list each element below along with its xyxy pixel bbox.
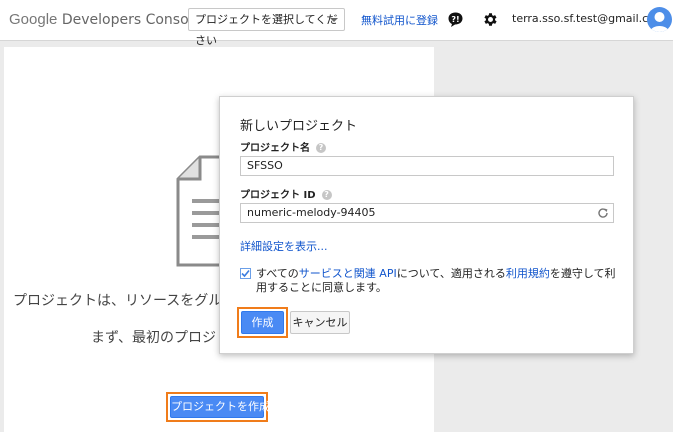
avatar[interactable] bbox=[647, 7, 672, 32]
project-id-label: プロジェクト ID? bbox=[240, 186, 332, 201]
project-name-input[interactable]: SFSSO bbox=[240, 156, 614, 176]
terms-checkbox[interactable] bbox=[240, 268, 251, 279]
intro-text-line1: プロジェクトは、リソースをグルー bbox=[13, 293, 237, 309]
terms-of-service-link[interactable]: 利用規約 bbox=[506, 267, 550, 280]
console-logo[interactable]: Google Developers Console bbox=[9, 11, 201, 28]
create-button[interactable]: 作成 bbox=[241, 311, 284, 334]
project-id-input[interactable]: numeric-melody-94405 bbox=[240, 203, 614, 223]
create-project-button-highlight: プロジェクトを作成 bbox=[166, 392, 270, 422]
services-api-link[interactable]: サービスと関連 API bbox=[299, 267, 397, 280]
project-name-label: プロジェクト名? bbox=[240, 139, 326, 154]
terms-text: すべてのサービスと関連 APIについて、適用される利用規約を遵守して利用すること… bbox=[240, 267, 620, 295]
project-name-label-text: プロジェクト名 bbox=[240, 143, 310, 154]
project-id-value: numeric-melody-94405 bbox=[247, 206, 376, 219]
dialog-title: 新しいプロジェクト bbox=[240, 119, 358, 134]
terms-text-mid: について、適用される bbox=[396, 267, 506, 280]
new-project-dialog: 新しいプロジェクト プロジェクト名? SFSSO プロジェクト ID? nume… bbox=[219, 96, 634, 354]
intro-text-line2: まず、最初のプロジ bbox=[91, 330, 217, 346]
free-trial-link[interactable]: 無料試用に登録 bbox=[361, 12, 438, 28]
terms-text-pre: すべての bbox=[256, 267, 299, 280]
chevron-down-icon bbox=[330, 18, 338, 22]
project-name-value: SFSSO bbox=[247, 159, 283, 172]
project-id-label-text: プロジェクト ID bbox=[240, 190, 316, 201]
top-bar: Google Developers Console プロジェクトを選択してくださ… bbox=[0, 0, 673, 47]
help-icon[interactable]: ? bbox=[316, 143, 326, 153]
create-button-highlight: 作成 bbox=[237, 307, 288, 338]
show-advanced-link[interactable]: 詳細設定を表示... bbox=[240, 238, 328, 254]
logo-google: Google bbox=[9, 11, 58, 28]
logo-product: Developers Console bbox=[61, 12, 202, 28]
cancel-button[interactable]: キャンセル bbox=[290, 311, 350, 334]
project-select-dropdown[interactable]: プロジェクトを選択してください bbox=[188, 8, 345, 47]
user-silhouette-icon bbox=[650, 12, 669, 32]
project-select-label: プロジェクトを選択してください bbox=[195, 13, 338, 47]
refresh-icon[interactable] bbox=[597, 207, 609, 219]
svg-text:?!: ?! bbox=[451, 15, 459, 24]
gear-icon[interactable] bbox=[482, 11, 499, 28]
help-icon[interactable]: ? bbox=[321, 190, 332, 200]
checkmark-icon bbox=[241, 269, 250, 278]
create-project-button[interactable]: プロジェクトを作成 bbox=[170, 396, 270, 418]
feedback-icon[interactable]: ?! bbox=[447, 11, 464, 28]
account-email: terra.sso.sf.test@gmail.com bbox=[512, 12, 666, 25]
terms-agreement: すべてのサービスと関連 APIについて、適用される利用規約を遵守して利用すること… bbox=[240, 267, 620, 295]
